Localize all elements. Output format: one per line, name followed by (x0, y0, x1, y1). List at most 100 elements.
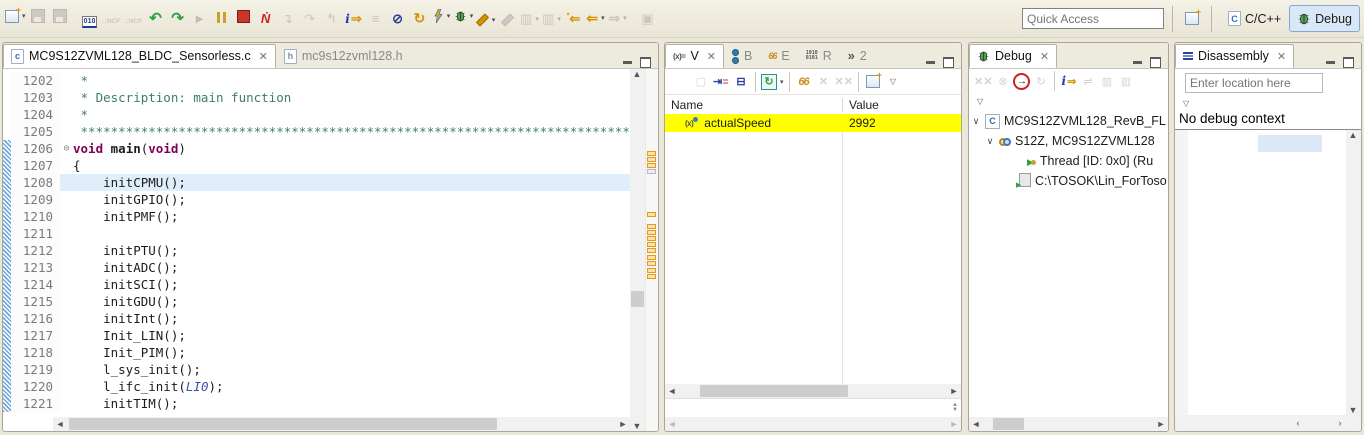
disassembly-hscrollbar[interactable]: ‹ › (1175, 415, 1361, 431)
code-line[interactable]: 1207 { (3, 157, 630, 174)
view-menu-icon[interactable]: ▽ (1183, 99, 1189, 108)
reset-target-button[interactable]: Ṅ (256, 7, 276, 30)
instruction-stepping-button[interactable]: i ⇒ (1060, 71, 1077, 91)
scroll-left-icon[interactable]: ◄ (53, 419, 67, 429)
watch-expression-button[interactable]: 66 (795, 72, 813, 92)
perspective-debug[interactable]: Debug (1289, 5, 1360, 32)
maximize-icon[interactable] (943, 57, 954, 68)
code-line[interactable]: 1209 initGPIO(); (3, 191, 630, 208)
scroll-left-icon[interactable]: ◄ (665, 386, 679, 396)
close-icon[interactable]: ✕ (707, 50, 716, 63)
occurrence-marker[interactable] (647, 242, 656, 247)
new-wizard-button[interactable]: ▾ (5, 5, 26, 28)
editor-tab-h-file[interactable]: h mc9s12zvml128.h (276, 44, 411, 68)
scroll-right-icon[interactable]: ► (1154, 419, 1168, 429)
occurrence-marker[interactable] (647, 274, 656, 279)
editor-hscrollbar[interactable]: ◄ ► (53, 417, 630, 431)
code-line[interactable]: 1217 Init_LIN(); (3, 327, 630, 344)
variables-detail-pane[interactable]: ▲ ▼ (665, 398, 961, 417)
chevron-down-icon[interactable]: ∨ (971, 116, 981, 127)
code-line[interactable]: 1210 initPMF(); (3, 208, 630, 225)
code-line[interactable]: 1219 l_sys_init(); (3, 361, 630, 378)
code-line[interactable]: 1211 (3, 225, 630, 242)
disassembly-tab[interactable]: Disassembly ✕ (1175, 44, 1295, 68)
redo-button[interactable]: ↷ (168, 6, 188, 29)
occurrence-marker[interactable] (647, 224, 656, 229)
disassembly-vscrollbar[interactable]: ▲ ▼ (1346, 130, 1361, 415)
editor-vscrollbar[interactable]: ▲ ▼ (630, 69, 645, 431)
minimize-icon[interactable] (926, 61, 935, 64)
code-line[interactable]: 1220 l_ifc_init(LI0); (3, 378, 630, 395)
fold-collapse-icon[interactable]: ⊖ (60, 140, 73, 157)
code-line[interactable]: 1213 initADC(); (3, 259, 630, 276)
occurrence-marker[interactable] (647, 268, 656, 273)
refresh-target-button[interactable]: ↻ (410, 7, 430, 30)
column-header-name[interactable]: Name (665, 97, 843, 112)
code-line[interactable]: 1202 * (3, 72, 630, 89)
occurrence-marker[interactable] (647, 230, 656, 235)
chevron-down-icon[interactable]: ∨ (985, 136, 995, 147)
flash-programmer-button[interactable]: ▾ (432, 4, 452, 27)
editor-tab-c-file[interactable]: c MC9S12ZVML128_BLDC_Sensorless.c ✕ (3, 44, 276, 68)
collapse-all-button[interactable]: ⊟ (732, 72, 750, 92)
close-icon[interactable]: ✕ (1277, 50, 1286, 63)
scroll-right-icon[interactable]: ► (947, 386, 961, 396)
debug-tab[interactable]: Debug ✕ (969, 44, 1058, 68)
variables-detail-hscrollbar[interactable]: ◄ ► (665, 417, 961, 431)
no-source-lookup-button[interactable]: ⊘ (388, 7, 408, 30)
maximize-icon[interactable] (640, 57, 651, 68)
scroll-down-icon[interactable]: ▼ (1346, 405, 1360, 415)
occurrence-marker[interactable] (647, 163, 656, 168)
occurrence-marker[interactable] (647, 248, 656, 253)
occurrence-marker[interactable] (647, 255, 656, 260)
last-edit-location-button[interactable]: *⇐ (564, 7, 584, 30)
scroll-left-icon[interactable]: ◄ (969, 419, 983, 429)
maximize-icon[interactable] (1343, 57, 1354, 68)
variables-tab-b[interactable]: B (724, 44, 760, 68)
location-input[interactable] (1185, 73, 1323, 93)
instruction-stepping-button[interactable]: i ⇒ (344, 7, 364, 30)
perspective-cpp[interactable]: C C/C++ (1220, 5, 1289, 32)
code-line[interactable]: 1206 ⊖ void main(void) (3, 140, 630, 157)
scroll-left-icon[interactable]: ‹ (1291, 418, 1305, 428)
variables-tab-r[interactable]: 1010 0101 R (798, 44, 840, 68)
open-new-view-button[interactable] (864, 70, 882, 92)
open-perspective-button[interactable] (1182, 7, 1202, 30)
binary-010-button[interactable]: 010 (80, 10, 100, 33)
refresh-variables-button[interactable]: ↻ ▾ (761, 72, 784, 92)
code-line[interactable]: 1204 * (3, 106, 630, 123)
add-global-variables-button[interactable]: ⇥ ≣ (712, 72, 730, 92)
undo-button[interactable]: ↶ (146, 6, 166, 29)
run-launch-button[interactable]: ▾ (475, 8, 496, 31)
code-line[interactable]: 1212 initPTU(); (3, 242, 630, 259)
code-area[interactable]: 1202 * 1203 * Description: main function 1… (3, 69, 630, 417)
expander-icon[interactable]: ▲ ▼ (952, 402, 958, 413)
variables-tab-v[interactable]: (x)= V ✕ (665, 44, 725, 68)
debug-tree-item[interactable]: ▶Thread [ID: 0x0] (Ru (969, 151, 1168, 171)
occurrence-marker[interactable] (647, 236, 656, 241)
occurrence-marker[interactable] (647, 212, 656, 217)
code-line[interactable]: 1215 initGDU(); (3, 293, 630, 310)
debug-hscrollbar[interactable]: ◄ ► (969, 417, 1168, 431)
quick-access-input[interactable] (1022, 8, 1165, 29)
scroll-down-icon[interactable]: ▼ (630, 421, 644, 431)
suspend-button[interactable] (212, 6, 232, 29)
disassembly-content[interactable] (1188, 130, 1346, 415)
marker-gray[interactable] (647, 169, 656, 174)
debug-launch-button[interactable]: ▾ (454, 5, 474, 28)
variable-row[interactable]: (x) actualSpeed 2992 (665, 114, 961, 132)
minimize-icon[interactable] (623, 61, 632, 64)
code-line[interactable]: 1214 initSCI(); (3, 276, 630, 293)
occurrence-marker[interactable] (647, 157, 656, 162)
variables-hscrollbar[interactable]: ◄ ► (665, 384, 961, 398)
close-icon[interactable]: ✕ (259, 50, 268, 63)
view-menu-icon[interactable]: ▽ (977, 97, 983, 106)
code-line[interactable]: 1208 initCPMU(); (3, 174, 630, 191)
occurrence-marker[interactable] (647, 151, 656, 156)
debug-tree-item[interactable]: ∨ C MC9S12ZVML128_RevB_FL (969, 111, 1168, 131)
debug-tree-item[interactable]: ∨ S12Z, MC9S12ZVML128 (969, 131, 1168, 151)
minimize-icon[interactable] (1133, 61, 1142, 64)
code-line[interactable]: 1203 * Description: main function (3, 89, 630, 106)
minimize-icon[interactable] (1326, 61, 1335, 64)
code-line[interactable]: 1216 initInt(); (3, 310, 630, 327)
